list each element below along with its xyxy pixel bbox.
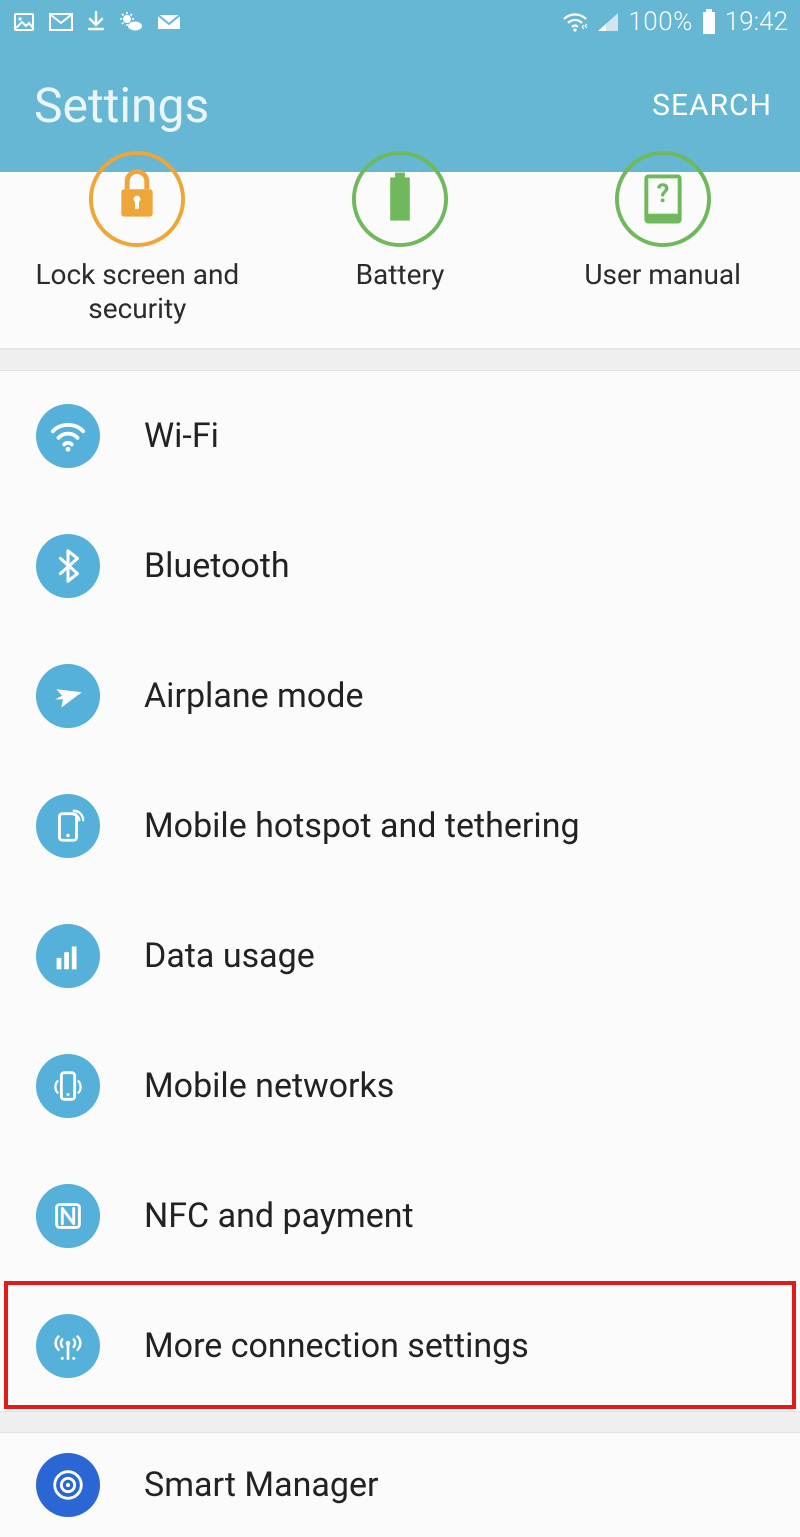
settings-item-smart-manager[interactable]: Smart Manager <box>0 1433 800 1537</box>
quick-label: User manual <box>584 258 741 292</box>
quick-battery[interactable]: Battery <box>269 172 532 326</box>
quick-user-manual[interactable]: ? User manual <box>531 172 794 326</box>
wifi-status-icon <box>562 11 588 33</box>
settings-item-more-connection[interactable]: More connection settings <box>0 1281 800 1411</box>
settings-item-data-usage[interactable]: Data usage <box>0 891 800 1021</box>
mail-icon <box>48 10 74 34</box>
item-label: Smart Manager <box>144 1465 379 1505</box>
wifi-icon <box>36 404 100 468</box>
mobile-networks-icon <box>36 1054 100 1118</box>
section-divider <box>0 1411 800 1433</box>
smart-manager-icon <box>36 1453 100 1517</box>
image-icon <box>12 10 36 34</box>
status-right: 100% 19:42 <box>562 7 788 37</box>
quick-lock-screen-security[interactable]: Lock screen and security <box>6 172 269 326</box>
item-label: NFC and payment <box>144 1196 414 1236</box>
download-icon <box>86 10 106 34</box>
section-divider <box>0 349 800 371</box>
battery-quick-icon <box>351 150 449 248</box>
hotspot-icon <box>36 794 100 858</box>
more-connection-icon <box>36 1314 100 1378</box>
settings-list-device: Smart Manager <box>0 1433 800 1537</box>
search-button[interactable]: SEARCH <box>652 88 772 123</box>
settings-item-mobile-networks[interactable]: Mobile networks <box>0 1021 800 1151</box>
settings-item-airplane-mode[interactable]: Airplane mode <box>0 631 800 761</box>
airplane-icon <box>36 664 100 728</box>
settings-item-bluetooth[interactable]: Bluetooth <box>0 501 800 631</box>
item-label: More connection settings <box>144 1326 529 1366</box>
quick-shortcuts: Lock screen and security Battery ? User … <box>0 172 800 349</box>
status-left <box>12 10 182 34</box>
settings-item-nfc-payment[interactable]: NFC and payment <box>0 1151 800 1281</box>
svg-text:?: ? <box>656 179 669 209</box>
item-label: Airplane mode <box>144 676 363 716</box>
envelope-icon <box>156 10 182 34</box>
item-label: Data usage <box>144 936 315 976</box>
item-label: Mobile networks <box>144 1066 394 1106</box>
lock-icon <box>88 150 186 248</box>
quick-label: Battery <box>356 258 445 292</box>
item-label: Bluetooth <box>144 546 290 586</box>
page-title: Settings <box>34 77 209 134</box>
signal-icon <box>596 11 620 33</box>
settings-item-wifi[interactable]: Wi-Fi <box>0 371 800 501</box>
item-label: Wi-Fi <box>144 416 219 456</box>
settings-list-connections: Wi-Fi Bluetooth Airplane mode Mobile hot… <box>0 371 800 1411</box>
battery-percent: 100% <box>628 7 693 37</box>
battery-icon <box>701 9 717 35</box>
settings-item-mobile-hotspot[interactable]: Mobile hotspot and tethering <box>0 761 800 891</box>
data-usage-icon <box>36 924 100 988</box>
status-bar: 100% 19:42 <box>0 0 800 44</box>
manual-icon: ? <box>614 150 712 248</box>
quick-label: Lock screen and security <box>17 258 257 326</box>
bluetooth-icon <box>36 534 100 598</box>
clock: 19:42 <box>725 7 788 37</box>
item-label: Mobile hotspot and tethering <box>144 806 580 846</box>
nfc-icon <box>36 1184 100 1248</box>
weather-icon <box>118 10 144 34</box>
